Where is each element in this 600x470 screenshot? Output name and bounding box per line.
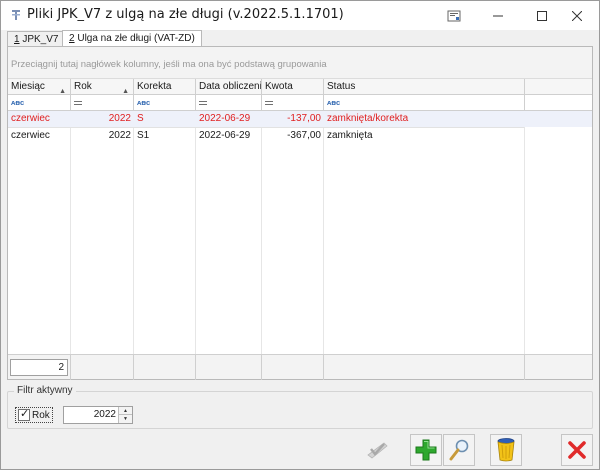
group-by-area[interactable]: Przeciągnij tutaj nagłówek kolumny, jeśl… xyxy=(8,47,592,79)
delete-button[interactable] xyxy=(490,434,522,466)
cell-status: zamknięta/korekta xyxy=(327,113,409,124)
cell-miesiac: czerwiec xyxy=(11,113,50,124)
sort-ascending-icon: ▲ xyxy=(59,88,66,94)
rok-filter-checkbox[interactable]: Rok xyxy=(15,407,53,423)
cell-data: 2022-06-29 xyxy=(199,130,251,141)
footer-cell-miesiac: 2 xyxy=(8,355,71,380)
cell-korekta: S xyxy=(137,113,144,124)
column-divider xyxy=(323,111,324,359)
column-divider xyxy=(195,111,196,359)
column-header-rok-label: Rok xyxy=(74,81,92,92)
maximize-icon xyxy=(537,10,547,21)
filter-cell-rok[interactable] xyxy=(71,95,134,110)
checkbox-checked-icon[interactable] xyxy=(18,407,30,421)
window-options-button[interactable] xyxy=(431,1,477,30)
column-header-data-label: Data obliczenia xyxy=(199,81,262,92)
record-count: 2 xyxy=(10,359,68,376)
search-button[interactable] xyxy=(443,434,475,466)
title-bar: Pliki JPK_V7 z ulgą na złe długi (v.2022… xyxy=(1,1,599,30)
tab-ulga-label: Ulga na złe długi (VAT-ZD) xyxy=(74,33,195,44)
filter-cell-data[interactable] xyxy=(196,95,262,110)
close-window-icon xyxy=(572,10,582,21)
main-window: Pliki JPK_V7 z ulgą na złe długi (v.2022… xyxy=(0,0,600,470)
spin-up-button[interactable]: ▲ xyxy=(119,407,132,415)
column-header-status[interactable]: Status xyxy=(324,79,525,94)
filter-cell-korekta[interactable]: ᴀᴃc xyxy=(134,95,196,110)
column-header-kwota-label: Kwota xyxy=(265,81,293,92)
column-divider xyxy=(70,111,71,359)
text-filter-icon: ᴀᴃc xyxy=(11,98,25,107)
app-icon xyxy=(12,10,20,20)
add-icon xyxy=(415,439,437,461)
cell-rok: 2022 xyxy=(108,130,131,141)
group-by-hint: Przeciągnij tutaj nagłówek kolumny, jeśl… xyxy=(11,59,327,70)
cell-korekta: S1 xyxy=(137,130,150,141)
window-options-icon xyxy=(447,10,461,21)
cell-miesiac: czerwiec xyxy=(11,130,50,141)
close-icon xyxy=(568,441,586,459)
cell-status: zamknięta xyxy=(327,130,373,141)
text-filter-icon: ᴀᴃc xyxy=(327,98,341,107)
filter-cell-miesiac[interactable]: ᴀᴃc xyxy=(8,95,71,110)
table-row[interactable]: czerwiec 2022 S1 2022-06-29 -367,00 zamk… xyxy=(8,128,592,144)
minimize-icon xyxy=(493,15,503,16)
column-divider xyxy=(524,111,525,359)
grid-panel: Przeciągnij tutaj nagłówek kolumny, jeśl… xyxy=(7,46,593,380)
window-title: Pliki JPK_V7 z ulgą na złe długi (v.2022… xyxy=(27,7,344,22)
column-header-data-obliczenia[interactable]: Data obliczenia xyxy=(196,79,262,94)
footer-cell xyxy=(134,355,196,380)
filter-cell-kwota[interactable] xyxy=(262,95,324,110)
column-header-miesiac[interactable]: Miesiąc ▲ xyxy=(8,79,71,94)
filter-cell-status[interactable]: ᴀᴃc xyxy=(324,95,525,110)
column-header-korekta-label: Korekta xyxy=(137,81,172,92)
approve-icon xyxy=(367,442,388,459)
close-button[interactable] xyxy=(561,434,593,466)
grid-filter-row: ᴀᴃc ᴀᴃc ᴀᴃc xyxy=(8,95,592,111)
active-filter-group: Filtr aktywny Rok 2022 ▲ ▼ xyxy=(7,385,593,429)
column-header-rok[interactable]: Rok ▲ xyxy=(71,79,134,94)
column-header-korekta[interactable]: Korekta xyxy=(134,79,196,94)
footer-cell xyxy=(196,355,262,380)
equals-filter-icon xyxy=(265,101,273,105)
approve-button[interactable] xyxy=(361,434,393,466)
footer-cell xyxy=(262,355,324,380)
footer-cell xyxy=(71,355,134,380)
minimize-button[interactable] xyxy=(475,1,521,30)
year-value: 2022 xyxy=(93,409,116,420)
column-header-status-label: Status xyxy=(327,81,356,92)
grid-footer: 2 xyxy=(8,354,592,380)
search-icon xyxy=(449,439,469,461)
close-window-button[interactable] xyxy=(554,1,600,30)
cell-rok: 2022 xyxy=(108,113,131,124)
rok-checkbox-label: Rok xyxy=(32,409,50,421)
column-header-miesiac-label: Miesiąc xyxy=(11,81,45,92)
year-spinner[interactable]: 2022 ▲ ▼ xyxy=(63,406,133,424)
sort-ascending-icon: ▲ xyxy=(122,88,129,94)
cell-data: 2022-06-29 xyxy=(199,113,251,124)
column-divider xyxy=(261,111,262,359)
bin-icon xyxy=(497,438,515,462)
text-filter-icon: ᴀᴃc xyxy=(137,98,151,107)
tab-jpk-v7[interactable]: 1 JPK_V7 xyxy=(7,31,66,47)
equals-filter-icon xyxy=(74,101,82,105)
cell-kwota: -137,00 xyxy=(287,113,321,124)
footer-cell xyxy=(324,355,525,380)
column-header-kwota[interactable]: Kwota xyxy=(262,79,324,94)
spin-down-button[interactable]: ▼ xyxy=(119,415,132,423)
tab-jpk-v7-label: JPK_V7 xyxy=(19,34,59,45)
spinner-buttons: ▲ ▼ xyxy=(118,407,132,423)
table-row[interactable]: czerwiec 2022 S 2022-06-29 -137,00 zamkn… xyxy=(8,111,592,127)
filter-group-legend: Filtr aktywny xyxy=(14,385,76,396)
column-divider xyxy=(133,111,134,359)
grid-header: Miesiąc ▲ Rok ▲ Korekta Data obliczenia … xyxy=(8,79,592,95)
cell-kwota: -367,00 xyxy=(287,130,321,141)
add-button[interactable] xyxy=(410,434,442,466)
equals-filter-icon xyxy=(199,101,207,105)
